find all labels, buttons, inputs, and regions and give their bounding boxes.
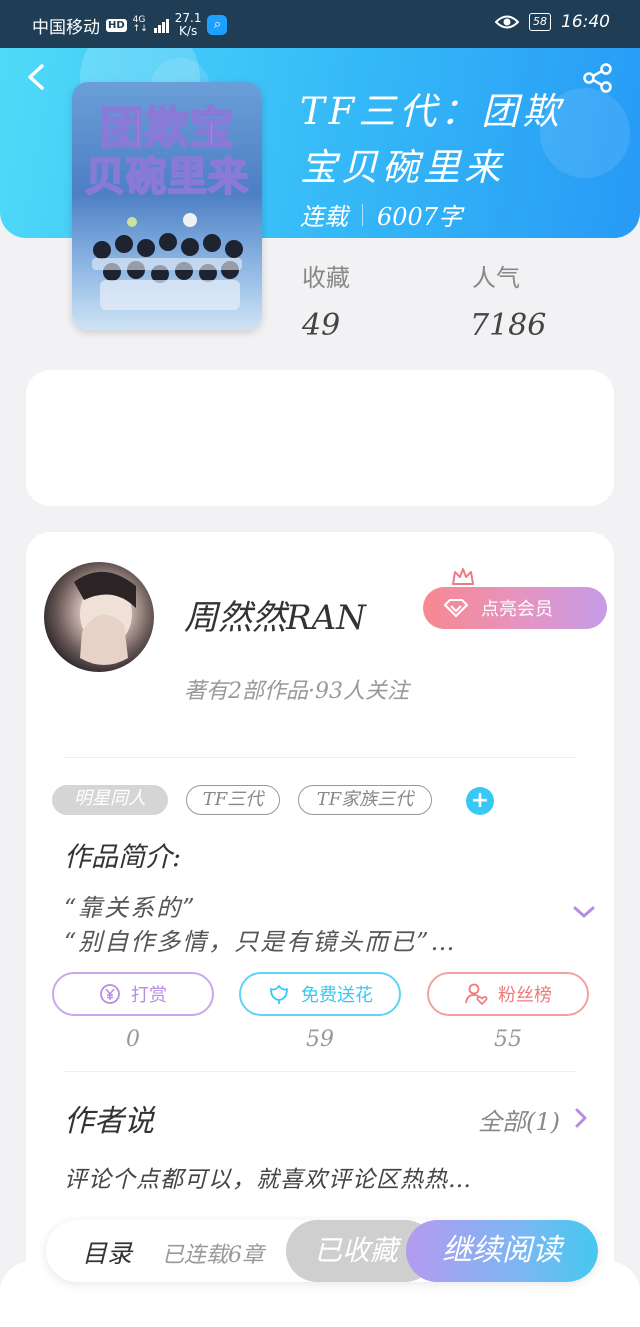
fan-ranking-button[interactable]: 粉丝榜 bbox=[427, 972, 589, 1016]
send-flower-label: 免费送花 bbox=[301, 985, 373, 1006]
bottom-action-bar: 目录 已连载6章 已收藏 继续阅读 bbox=[46, 1220, 598, 1282]
intro-heading: 作品简介: bbox=[64, 842, 182, 873]
cover-group-photo bbox=[92, 213, 243, 310]
popularity-count: 7186 bbox=[470, 308, 547, 343]
vip-button-label: 点亮会员 bbox=[481, 599, 553, 620]
book-title: TF三代：团欺宝贝碗里来 bbox=[300, 90, 564, 189]
vip-button[interactable]: 点亮会员 bbox=[423, 587, 607, 629]
intro-line-1: “靠关系的” bbox=[64, 894, 197, 922]
book-meta: 连载 6007字 bbox=[300, 197, 462, 232]
popularity-label: 人气 bbox=[472, 264, 520, 292]
avatar-image bbox=[74, 571, 136, 665]
carrier-label: 中国移动 bbox=[32, 17, 100, 38]
divider bbox=[64, 1071, 576, 1072]
tip-button-label: 打赏 bbox=[131, 985, 167, 1006]
diamond-icon bbox=[444, 599, 468, 617]
signal-icon bbox=[153, 17, 169, 33]
author-name[interactable]: 周然然RAN bbox=[184, 590, 366, 639]
continue-reading-button[interactable]: 继续阅读 bbox=[406, 1220, 598, 1282]
favorites-label: 收藏 bbox=[302, 264, 350, 292]
author-stats: 著有2部作品·93人关注 bbox=[184, 679, 409, 704]
fan-count: 55 bbox=[494, 1027, 522, 1052]
status-bar: 中国移动 HD 4G ↑↓ 27.1 K/s ⌕ 58 16:40 bbox=[0, 0, 640, 48]
divider bbox=[64, 757, 576, 758]
tip-count: 0 bbox=[126, 1027, 140, 1052]
chapter-count: 已连载6章 bbox=[162, 1243, 264, 1268]
author-says-heading: 作者说 bbox=[64, 1104, 154, 1139]
chevron-down-icon[interactable] bbox=[572, 904, 596, 920]
crown-icon bbox=[452, 568, 474, 585]
flower-icon bbox=[270, 985, 288, 1004]
search-app-icon: ⌕ bbox=[207, 15, 228, 35]
intro-line-2: “别自作多情，只是有镜头而已”… bbox=[64, 928, 457, 956]
author-avatar[interactable] bbox=[44, 562, 154, 672]
tag-item[interactable]: 明星同人 bbox=[52, 785, 168, 815]
flower-count: 59 bbox=[306, 1027, 334, 1052]
author-says-all-link[interactable]: 全部(1) bbox=[478, 1102, 560, 1137]
tag-item[interactable]: TF家族三代 bbox=[298, 785, 432, 815]
battery-icon: 58 bbox=[529, 13, 551, 31]
send-flower-button[interactable]: 免费送花 bbox=[239, 972, 401, 1016]
network-speed: 27.1 K/s bbox=[174, 11, 202, 38]
word-count: 6007字 bbox=[377, 203, 463, 231]
toc-button[interactable]: 目录 bbox=[82, 1234, 132, 1270]
author-says-text[interactable]: 评论个点都可以，就喜欢评论区热热… bbox=[64, 1160, 472, 1194]
meta-divider bbox=[362, 203, 363, 226]
fan-heart-icon bbox=[465, 983, 488, 1006]
add-tag-button[interactable]: + bbox=[466, 787, 494, 815]
network-type-label: 4G ↑↓ bbox=[132, 15, 148, 34]
tag-item[interactable]: TF三代 bbox=[186, 785, 280, 815]
yen-icon bbox=[100, 984, 120, 1004]
serial-status: 连载 bbox=[300, 203, 348, 231]
hd-badge: HD bbox=[106, 18, 127, 32]
favorites-count: 49 bbox=[302, 308, 341, 343]
eye-icon bbox=[495, 15, 519, 29]
back-arrow-icon[interactable] bbox=[22, 60, 52, 94]
empty-card bbox=[26, 370, 614, 506]
tip-button[interactable]: 打赏 bbox=[52, 972, 214, 1016]
clock: 16:40 bbox=[561, 12, 610, 32]
fan-ranking-label: 粉丝榜 bbox=[498, 985, 552, 1006]
chevron-right-icon[interactable] bbox=[574, 1107, 588, 1129]
book-cover[interactable]: 团欺宝 贝碗里来 bbox=[72, 82, 262, 330]
